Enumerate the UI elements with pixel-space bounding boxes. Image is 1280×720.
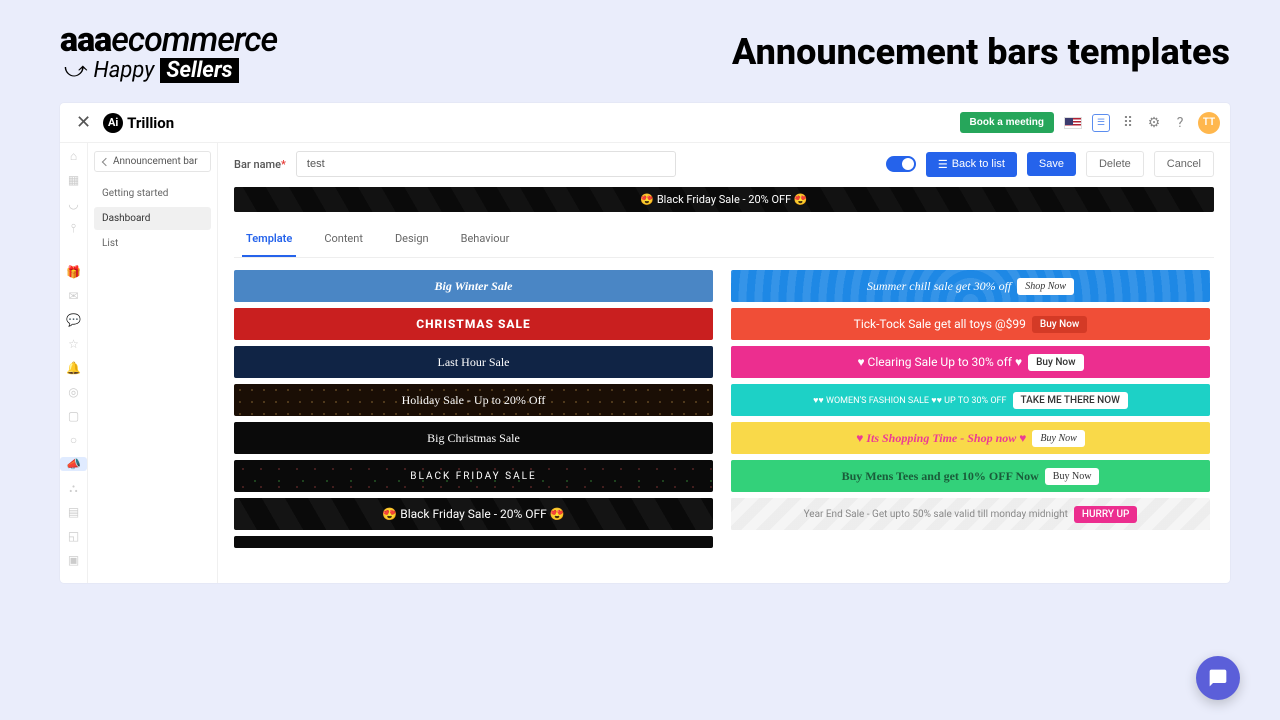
- sub-sidebar: Announcement bar Getting started Dashboa…: [88, 143, 218, 583]
- logo-happy: Happy: [94, 58, 155, 83]
- template-summer[interactable]: Summer chill sale get 30% offShop Now: [731, 270, 1210, 302]
- notebook-icon[interactable]: ☰: [1092, 114, 1110, 132]
- template-mens-btn[interactable]: Buy Now: [1045, 468, 1100, 485]
- template-shopping-btn[interactable]: Buy Now: [1032, 430, 1084, 447]
- template-womens-btn[interactable]: Take me there Now: [1013, 392, 1128, 409]
- template-clearing-btn[interactable]: Buy Now: [1028, 354, 1083, 371]
- app-frame: ✕ Ai Trillion Book a meeting ☰ ⠿ ⚙ ? TT …: [60, 103, 1230, 583]
- template-mens[interactable]: Buy Mens Tees and get 10% OFF NowBuy Now: [731, 460, 1210, 492]
- flag-icon[interactable]: [1064, 117, 1082, 129]
- save-button[interactable]: Save: [1027, 152, 1076, 176]
- breadcrumb-label: Announcement bar: [113, 156, 198, 167]
- template-winter[interactable]: Big Winter Sale: [234, 270, 713, 302]
- tab-template[interactable]: Template: [242, 222, 296, 257]
- preview-bar: 😍 Black Friday Sale - 20% OFF 😍: [234, 187, 1214, 212]
- megaphone-icon[interactable]: 📣: [60, 457, 87, 471]
- page-title: Announcement bars templates: [732, 31, 1230, 73]
- subnav-list[interactable]: List: [94, 232, 211, 255]
- template-yearend-btn[interactable]: HURRY UP: [1074, 506, 1138, 523]
- star-icon[interactable]: ☆: [67, 337, 81, 351]
- subnav-dashboard[interactable]: Dashboard: [94, 207, 211, 230]
- template-christmas[interactable]: CHRISTMAS SALE: [234, 308, 713, 340]
- tab-behaviour[interactable]: Behaviour: [457, 222, 514, 257]
- template-ticktock-btn[interactable]: Buy Now: [1032, 316, 1087, 333]
- template-more[interactable]: [234, 536, 713, 548]
- cancel-button[interactable]: Cancel: [1154, 151, 1214, 177]
- help-icon[interactable]: ?: [1172, 115, 1188, 131]
- template-yearend[interactable]: Year End Sale - Get upto 50% sale valid …: [731, 498, 1210, 530]
- app-logo-text: Trillion: [127, 114, 174, 132]
- template-summer-btn[interactable]: Shop Now: [1017, 278, 1074, 295]
- tabs: Template Content Design Behaviour: [234, 222, 1214, 258]
- badge-icon[interactable]: ◎: [67, 385, 81, 399]
- template-blackfriday2[interactable]: 😍 Black Friday Sale - 20% OFF 😍: [234, 498, 713, 530]
- subnav-getting-started[interactable]: Getting started: [94, 182, 211, 205]
- avatar[interactable]: TT: [1198, 112, 1220, 134]
- book-meeting-button[interactable]: Book a meeting: [960, 112, 1054, 133]
- templates-right-column[interactable]: Summer chill sale get 30% offShop Now Ti…: [731, 270, 1214, 550]
- user-icon[interactable]: ◡: [67, 197, 81, 211]
- bell-icon[interactable]: 🔔: [67, 361, 81, 375]
- bar-name-input[interactable]: [296, 151, 676, 177]
- templates-left-column[interactable]: Big Winter Sale CHRISTMAS SALE Last Hour…: [234, 270, 717, 550]
- back-to-list-button[interactable]: ☰Back to list: [926, 152, 1017, 177]
- bar-name-label: Bar name*: [234, 158, 286, 171]
- preview-text: 😍 Black Friday Sale - 20% OFF 😍: [640, 193, 807, 206]
- template-ticktock[interactable]: Tick-Tock Sale get all toys @$99Buy Now: [731, 308, 1210, 340]
- close-icon[interactable]: ✕: [70, 112, 97, 133]
- template-womens[interactable]: ♥♥ WOMEN'S FASHION SALE ♥♥ UP TO 30% OFF…: [731, 384, 1210, 416]
- tab-design[interactable]: Design: [391, 222, 433, 257]
- app-logo[interactable]: Ai Trillion: [103, 113, 174, 133]
- breadcrumb-back[interactable]: Announcement bar: [94, 151, 211, 172]
- template-shopping[interactable]: ♥ Its Shopping Time - Shop now ♥Buy Now: [731, 422, 1210, 454]
- gift-icon[interactable]: 🎁: [67, 265, 81, 279]
- circle-icon[interactable]: ○: [67, 433, 81, 447]
- main-content: Bar name* ☰Back to list Save Delete Canc…: [218, 143, 1230, 583]
- doc-icon[interactable]: ▤: [67, 505, 81, 519]
- template-bigchristmas[interactable]: Big Christmas Sale: [234, 422, 713, 454]
- logo-script: ecommerce: [111, 20, 277, 60]
- brand-logo: aaaecommerce ⤻ Happy Sellers: [60, 20, 277, 83]
- page-header: aaaecommerce ⤻ Happy Sellers Announcemen…: [0, 0, 1280, 93]
- chat-widget[interactable]: [1196, 656, 1240, 700]
- apps-icon[interactable]: ⠿: [1120, 115, 1136, 131]
- chat-icon[interactable]: 💬: [67, 313, 81, 327]
- template-holiday[interactable]: Holiday Sale - Up to 20% Off: [234, 384, 713, 416]
- chevron-left-icon: [102, 157, 110, 165]
- app-logo-badge: Ai: [103, 113, 123, 133]
- templates-area: Big Winter Sale CHRISTMAS SALE Last Hour…: [234, 270, 1214, 550]
- smile-icon: ⤻: [64, 58, 88, 83]
- tree-icon[interactable]: ⛬: [67, 481, 81, 495]
- analytics-icon[interactable]: ⫯: [67, 221, 81, 235]
- grid-icon[interactable]: ▦: [67, 173, 81, 187]
- home-icon[interactable]: ⌂: [67, 149, 81, 163]
- logo-sellers: Sellers: [160, 58, 238, 83]
- enable-toggle[interactable]: [886, 156, 916, 172]
- gear-icon[interactable]: ⚙: [1146, 115, 1162, 131]
- icon-rail: ⌂ ▦ ◡ ⫯ 🎁 ✉ 💬 ☆ 🔔 ◎ ▢ ○ 📣 ⛬ ▤ ◱ ▣: [60, 143, 88, 583]
- logo-bold: aaa: [60, 20, 111, 60]
- box-icon[interactable]: ▣: [67, 553, 81, 567]
- mail-icon[interactable]: ✉: [67, 289, 81, 303]
- template-blackfriday1[interactable]: BLACK FRIDAY SALE: [234, 460, 713, 492]
- comment-icon[interactable]: ◱: [67, 529, 81, 543]
- delete-button[interactable]: Delete: [1086, 151, 1144, 177]
- template-lasthour[interactable]: Last Hour Sale: [234, 346, 713, 378]
- app-topbar: ✕ Ai Trillion Book a meeting ☰ ⠿ ⚙ ? TT: [60, 103, 1230, 143]
- clipboard-icon[interactable]: ▢: [67, 409, 81, 423]
- template-clearing[interactable]: ♥ Clearing Sale Up to 30% off ♥Buy Now: [731, 346, 1210, 378]
- tab-content[interactable]: Content: [320, 222, 367, 257]
